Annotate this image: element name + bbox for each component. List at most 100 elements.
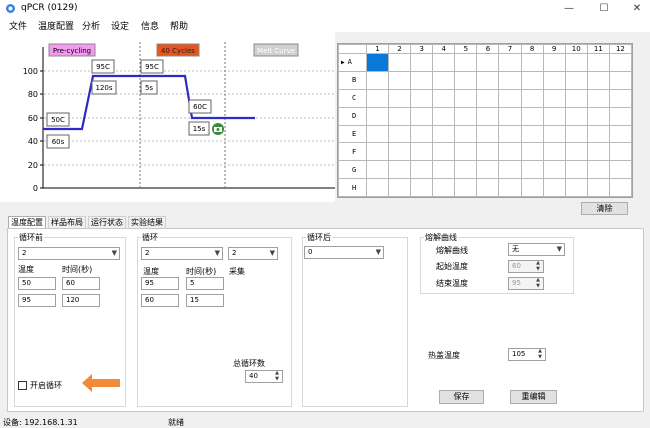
plate-well[interactable]	[498, 178, 522, 197]
plate-well[interactable]	[520, 160, 544, 180]
plate-column-header[interactable]: 1	[365, 44, 390, 54]
plate-well[interactable]	[542, 124, 566, 144]
plate-well[interactable]	[498, 88, 522, 108]
plate-well[interactable]	[564, 106, 588, 126]
plate-well[interactable]	[388, 124, 412, 144]
plate-column-header[interactable]: 9	[542, 44, 566, 54]
plate-row-header[interactable]: ▶ A	[338, 53, 367, 72]
plate-well[interactable]	[586, 88, 610, 108]
plate-column-header[interactable]: 5	[454, 44, 478, 54]
maximize-button[interactable]: ☐	[593, 0, 615, 17]
plate-well[interactable]	[410, 178, 434, 197]
melt-end-temp-spinner[interactable]: 95 ▲ ▼	[508, 277, 544, 290]
plate-well[interactable]	[454, 106, 478, 126]
plate-well[interactable]	[608, 124, 633, 144]
plate-well[interactable]	[454, 53, 478, 72]
plate-well[interactable]	[564, 178, 588, 197]
plate-well[interactable]	[476, 124, 500, 144]
plate-well[interactable]	[432, 106, 456, 126]
plate-well[interactable]	[564, 70, 588, 90]
plate-well[interactable]	[432, 178, 456, 197]
plate-well[interactable]	[608, 106, 633, 126]
plate-well[interactable]	[365, 53, 390, 72]
plate-row-header[interactable]: D	[338, 106, 367, 126]
plate-well[interactable]	[410, 106, 434, 126]
plate-well[interactable]	[586, 142, 610, 162]
plate-well[interactable]	[365, 178, 390, 197]
plate-well[interactable]	[454, 88, 478, 108]
plate-column-header[interactable]: 4	[432, 44, 456, 54]
plate-well[interactable]	[476, 70, 500, 90]
plate-row-header[interactable]: B	[338, 70, 367, 90]
collect-step-select[interactable]: 2 ▼	[228, 247, 278, 260]
plate-well[interactable]	[388, 106, 412, 126]
plate-well[interactable]	[388, 160, 412, 180]
plate-well[interactable]	[498, 106, 522, 126]
close-button[interactable]: ✕	[626, 0, 648, 17]
plate-well[interactable]	[520, 106, 544, 126]
plate-well[interactable]	[498, 142, 522, 162]
plate-row-header[interactable]: E	[338, 124, 367, 144]
plate-well[interactable]	[608, 178, 633, 197]
plate-row-header[interactable]: G	[338, 160, 367, 180]
menu-help[interactable]: 帮助	[170, 19, 188, 32]
plate-well[interactable]	[564, 88, 588, 108]
plate-well[interactable]	[476, 178, 500, 197]
post-cycle-step-count-select[interactable]: 0 ▼	[304, 246, 384, 259]
melt-curve-select[interactable]: 无 ▼	[508, 243, 565, 256]
plate-row-header[interactable]: H	[338, 178, 367, 197]
plate-column-header[interactable]: 3	[410, 44, 434, 54]
plate-well[interactable]	[586, 178, 610, 197]
plate-well[interactable]	[432, 124, 456, 144]
melt-start-temp-spinner[interactable]: 60 ▲ ▼	[508, 260, 544, 273]
plate-well[interactable]	[476, 142, 500, 162]
plate-well[interactable]	[432, 142, 456, 162]
plate-well[interactable]	[586, 70, 610, 90]
plate-column-header[interactable]: 6	[476, 44, 500, 54]
menu-settings[interactable]: 设定	[111, 19, 129, 32]
plate-well[interactable]	[454, 178, 478, 197]
plate-well[interactable]	[520, 178, 544, 197]
cycle-step1-temp-input[interactable]: 95	[141, 277, 179, 290]
plate-well[interactable]	[454, 142, 478, 162]
plate-well[interactable]	[542, 160, 566, 180]
plate-well[interactable]	[410, 160, 434, 180]
plate-well[interactable]	[476, 53, 500, 72]
plate-well[interactable]	[564, 160, 588, 180]
plate-column-header[interactable]: 8	[520, 44, 544, 54]
enable-loop-checkbox[interactable]	[18, 381, 27, 390]
minimize-button[interactable]: —	[558, 0, 580, 17]
plate-well[interactable]	[365, 106, 390, 126]
total-cycles-spinner[interactable]: 40 ▲ ▼	[245, 370, 283, 383]
plate-well[interactable]	[498, 70, 522, 90]
plate-well[interactable]	[608, 142, 633, 162]
plate-column-header[interactable]: 2	[388, 44, 412, 54]
cycle-step2-time-input[interactable]: 15	[186, 294, 224, 307]
plate-well[interactable]	[388, 70, 412, 90]
plate-well[interactable]	[388, 178, 412, 197]
plate-well[interactable]	[520, 53, 544, 72]
spin-arrows-icon[interactable]: ▲ ▼	[534, 277, 542, 289]
plate-well[interactable]	[388, 88, 412, 108]
plate-well[interactable]	[608, 53, 633, 72]
plate-well[interactable]	[564, 53, 588, 72]
plate-column-header[interactable]: 10	[564, 44, 588, 54]
plate-well[interactable]	[586, 53, 610, 72]
camera-icon[interactable]	[212, 123, 224, 135]
plate-well[interactable]	[410, 53, 434, 72]
cycle-step-count-select[interactable]: 2 ▼	[141, 247, 223, 260]
plate-row-header[interactable]: C	[338, 88, 367, 108]
plate-well[interactable]	[410, 70, 434, 90]
plate-well[interactable]	[432, 160, 456, 180]
pre-cycle-step1-time-input[interactable]: 60	[62, 277, 100, 290]
plate-column-header[interactable]: 7	[498, 44, 522, 54]
plate-well[interactable]	[542, 88, 566, 108]
plate-well[interactable]	[608, 70, 633, 90]
menu-analysis[interactable]: 分析	[82, 19, 100, 32]
plate-row-header[interactable]: F	[338, 142, 367, 162]
plate-well[interactable]	[608, 160, 633, 180]
plate-well[interactable]	[476, 88, 500, 108]
plate-well[interactable]	[432, 88, 456, 108]
plate-well[interactable]	[498, 160, 522, 180]
clear-button[interactable]: 清除	[581, 202, 628, 215]
